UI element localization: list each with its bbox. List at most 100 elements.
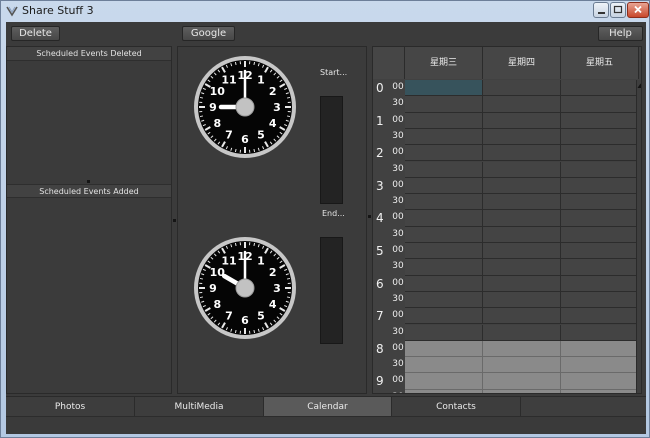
time-slot-cell[interactable] xyxy=(483,161,561,178)
calendar-grid: 星期三 星期四 星期五 0 00 30 1 00 30 2 00 30 3 00 30 4 00 30 5 00 30… xyxy=(372,46,642,394)
end-clock-numeral: 2 xyxy=(269,266,277,279)
google-button[interactable]: Google xyxy=(182,26,235,41)
minimize-button[interactable] xyxy=(593,2,609,18)
time-slot-cell[interactable] xyxy=(561,96,639,113)
time-slot-cell[interactable] xyxy=(405,128,483,146)
time-slot-cell[interactable] xyxy=(483,324,561,341)
time-slot-cell[interactable] xyxy=(561,210,639,227)
time-slot-cell[interactable] xyxy=(483,259,561,276)
time-slot-cell[interactable] xyxy=(561,275,639,292)
splitter-handle[interactable] xyxy=(87,180,90,183)
time-slot-cell[interactable] xyxy=(561,243,639,260)
app-client-area: Delete Google Help Scheduled Events Dele… xyxy=(6,22,646,434)
time-slot-cell[interactable] xyxy=(405,96,483,113)
start-clock[interactable]: 121234567891011 xyxy=(192,54,298,160)
minute-label: 30 xyxy=(392,392,404,393)
time-slot-cell[interactable] xyxy=(561,145,639,162)
time-slot-cell[interactable] xyxy=(483,308,561,325)
tab-calendar[interactable]: Calendar xyxy=(264,397,392,417)
calendar-scrollbar[interactable] xyxy=(636,80,641,393)
time-slot-cell[interactable] xyxy=(561,357,639,374)
time-slot-cell[interactable] xyxy=(561,161,639,178)
minute-label: 00 xyxy=(392,375,404,386)
time-slot-cell[interactable] xyxy=(561,112,639,129)
time-slot-cell[interactable] xyxy=(405,373,483,390)
tab-contacts[interactable]: Contacts xyxy=(392,397,521,417)
time-slot-cell[interactable] xyxy=(483,243,561,260)
added-events-list[interactable] xyxy=(7,199,171,393)
time-slot-cell[interactable] xyxy=(483,112,561,129)
start-time-bar[interactable] xyxy=(320,96,343,204)
time-slot-cell[interactable] xyxy=(483,80,561,97)
time-slot-cell[interactable] xyxy=(405,291,483,309)
time-slot-cell[interactable] xyxy=(483,226,561,243)
time-slot-cell[interactable] xyxy=(405,340,483,358)
deleted-events-list[interactable] xyxy=(7,62,171,181)
time-slot-cell[interactable] xyxy=(405,275,483,292)
scroll-up-arrow-icon xyxy=(637,83,641,88)
time-slot-cell[interactable] xyxy=(561,324,639,341)
time-slot-cell[interactable] xyxy=(561,128,639,146)
hour-label: 6 xyxy=(376,276,384,291)
minute-label: 30 xyxy=(392,293,404,304)
time-slot-cell[interactable] xyxy=(405,80,483,97)
time-slot-cell[interactable] xyxy=(405,357,483,374)
time-slot-cell[interactable] xyxy=(561,389,639,393)
time-slot-cell[interactable] xyxy=(405,324,483,341)
end-clock[interactable]: 121234567891011 xyxy=(192,235,298,341)
tab-photos[interactable]: Photos xyxy=(6,397,135,417)
time-slot-cell[interactable] xyxy=(483,389,561,393)
splitter-handle-right[interactable] xyxy=(368,215,371,218)
time-slot-cell[interactable] xyxy=(405,226,483,243)
day-header[interactable]: 星期四 xyxy=(483,47,561,79)
end-clock-numeral: 8 xyxy=(213,298,221,311)
time-slot-cell[interactable] xyxy=(561,340,639,358)
time-slot-cell[interactable] xyxy=(405,145,483,162)
close-button[interactable] xyxy=(627,2,649,18)
minimize-icon xyxy=(598,12,605,14)
time-slot-cell[interactable] xyxy=(405,210,483,227)
events-panel: Scheduled Events Deleted Scheduled Event… xyxy=(6,46,172,394)
time-slot-cell[interactable] xyxy=(561,308,639,325)
time-slot-cell[interactable] xyxy=(561,259,639,276)
day-header[interactable]: 星期五 xyxy=(561,47,639,79)
maximize-button[interactable] xyxy=(610,2,626,18)
time-slot-cell[interactable] xyxy=(561,177,639,195)
time-slot-cell[interactable] xyxy=(405,161,483,178)
end-time-bar[interactable] xyxy=(320,237,343,344)
help-button[interactable]: Help xyxy=(598,26,643,41)
time-slot-cell[interactable] xyxy=(405,112,483,129)
time-slot-cell[interactable] xyxy=(483,291,561,309)
time-slot-cell[interactable] xyxy=(483,373,561,390)
time-slot-cell[interactable] xyxy=(561,194,639,211)
time-slot-cell[interactable] xyxy=(483,96,561,113)
title-bar[interactable]: Share Stuff 3 xyxy=(1,1,649,21)
time-slot-cell[interactable] xyxy=(561,373,639,390)
start-clock-tick xyxy=(199,115,204,118)
day-header[interactable]: 星期三 xyxy=(405,47,483,79)
time-column-header xyxy=(373,47,405,79)
time-slot-cell[interactable] xyxy=(561,291,639,309)
time-slot-cell[interactable] xyxy=(405,308,483,325)
end-label: End... xyxy=(322,209,345,218)
time-slot-cell[interactable] xyxy=(405,243,483,260)
hour-label: 7 xyxy=(376,309,384,324)
time-slot-cell[interactable] xyxy=(483,210,561,227)
delete-button[interactable]: Delete xyxy=(11,26,60,41)
time-slot-cell[interactable] xyxy=(405,259,483,276)
time-slot-cell[interactable] xyxy=(483,275,561,292)
time-slot-cell[interactable] xyxy=(405,177,483,195)
time-slot-cell[interactable] xyxy=(561,226,639,243)
time-slot-cell[interactable] xyxy=(483,145,561,162)
time-slot-cell[interactable] xyxy=(405,389,483,393)
time-slot-cell[interactable] xyxy=(483,340,561,358)
time-slot-cell[interactable] xyxy=(483,128,561,146)
splitter-handle-left[interactable] xyxy=(173,219,176,222)
time-slot-cell[interactable] xyxy=(483,194,561,211)
tab-multimedia[interactable]: MultiMedia xyxy=(135,397,264,417)
time-slot-cell[interactable] xyxy=(483,357,561,374)
time-slot-cell[interactable] xyxy=(483,177,561,195)
end-clock-numeral: 7 xyxy=(225,310,233,323)
time-slot-cell[interactable] xyxy=(405,194,483,211)
time-slot-cell[interactable] xyxy=(561,80,639,97)
